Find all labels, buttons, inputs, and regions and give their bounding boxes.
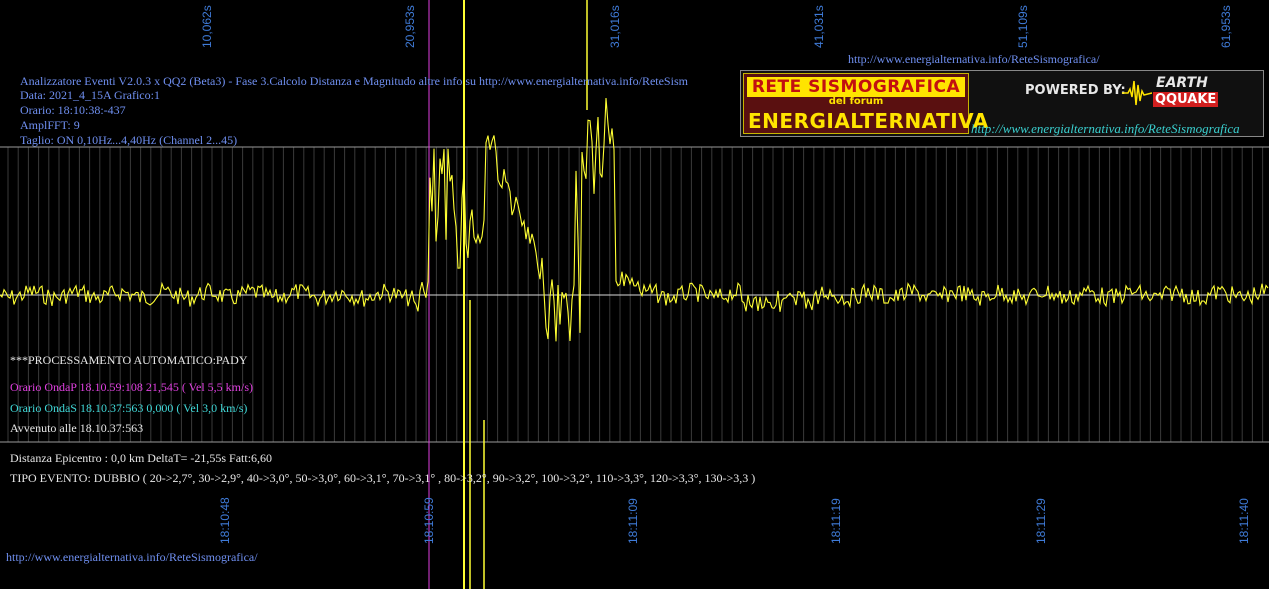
seconds-label: 10,062s (200, 5, 214, 48)
banner-forum-name: ENERGIALTERNATIVA (748, 109, 989, 133)
bottom-url-link[interactable]: http://www.energialternativa.info/ReteSi… (6, 550, 258, 565)
header-amplfft: AmplFFT: 9 (20, 118, 80, 132)
s-wave-time: Orario OndaS 18.10.37:563 0,000 ( Vel 3,… (10, 401, 248, 415)
time-label: 18:10:59 (422, 497, 436, 544)
banner-subtitle: del forum (828, 96, 884, 107)
seconds-label: 41,031s (812, 5, 826, 48)
top-url-link[interactable]: http://www.energialternativa.info/ReteSi… (848, 52, 1100, 67)
time-label: 18:10:48 (218, 497, 232, 544)
seismograph-wave-icon (1122, 80, 1152, 106)
event-type: TIPO EVENTO: DUBBIO ( 20->2,7°, 30->2,9°… (10, 471, 756, 485)
time-label: 18:11:40 (1237, 498, 1251, 544)
time-label: 18:11:19 (829, 498, 843, 544)
seconds-label: 61,953s (1219, 5, 1233, 48)
powered-by-label: POWERED BY: (1025, 83, 1126, 98)
epicenter-distance: Distanza Epicentro : 0,0 km DeltaT= -21,… (10, 451, 273, 465)
header-title: Analizzatore Eventi V2.0.3 x QQ2 (Beta3)… (20, 74, 688, 88)
header-date: Data: 2021_4_15A Grafico:1 (20, 88, 160, 102)
header-time: Orario: 18:10:38:-437 (20, 103, 126, 117)
seconds-label: 20,953s (403, 5, 417, 48)
time-label: 18:11:09 (626, 498, 640, 544)
rete-sismografica-banner[interactable]: RETE SISMOGRAFICA del forum ENERGIALTERN… (740, 70, 1264, 137)
earthquake-logo-top: EARTH (1156, 75, 1208, 91)
processing-title: ***PROCESSAMENTO AUTOMATICO:PADY (10, 353, 248, 367)
seconds-label: 31,016s (608, 5, 622, 48)
header-filter: Taglio: ON 0,10Hz...4,40Hz (Channel 2...… (20, 133, 238, 147)
earthquake-logo-bottom: QQUAKE (1153, 92, 1219, 107)
p-wave-time: Orario OndaP 18.10.59:108 21,545 ( Vel 5… (10, 380, 253, 394)
banner-title: RETE SISMOGRAFICA (747, 77, 965, 97)
banner-url: http://www.energialternativa.info/ReteSi… (971, 121, 1240, 136)
seconds-label: 51,109s (1016, 5, 1030, 48)
occurred-time: Avvenuto alle 18.10.37:563 (10, 421, 144, 435)
time-label: 18:11:29 (1034, 498, 1048, 544)
banner-logo-block: RETE SISMOGRAFICA del forum ENERGIALTERN… (743, 73, 988, 134)
